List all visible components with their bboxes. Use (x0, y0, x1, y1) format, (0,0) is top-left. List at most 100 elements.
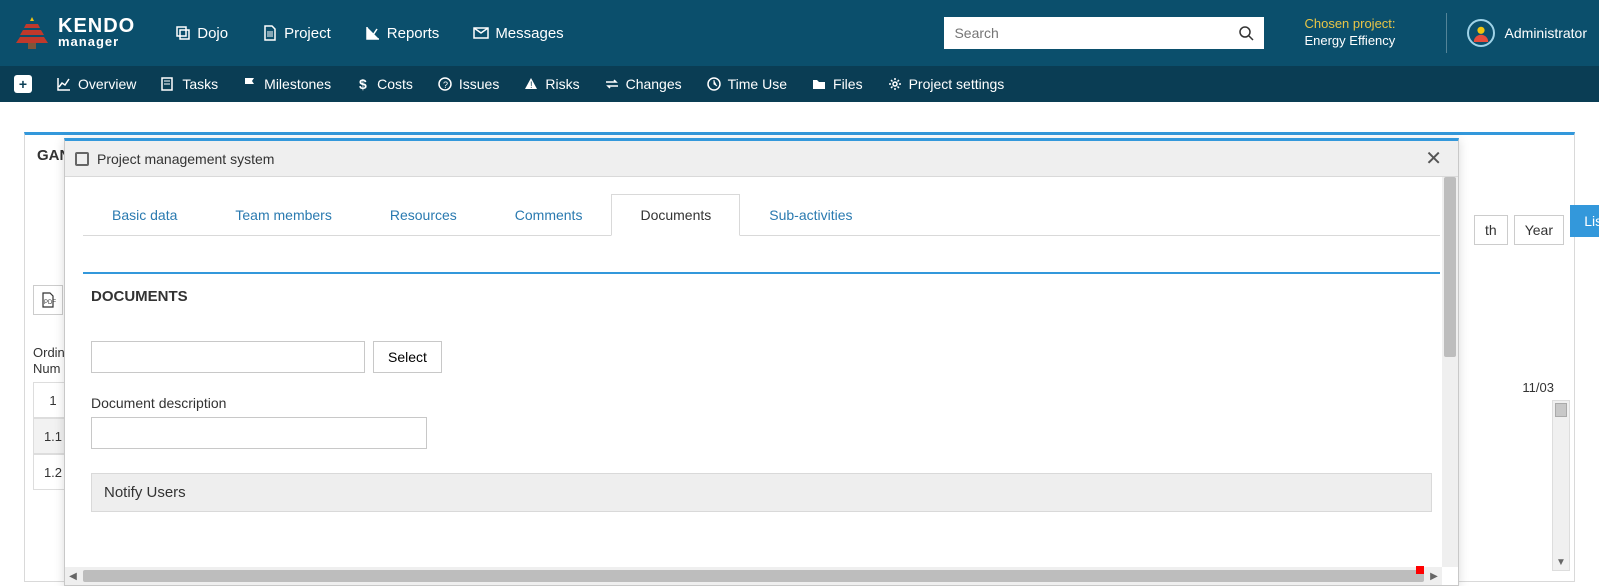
subnav-timeuse-label: Time Use (728, 76, 787, 92)
chosen-project: Chosen project: Energy Effiency (1304, 16, 1395, 50)
chosen-project-label: Chosen project: (1304, 16, 1395, 33)
pdf-icon: PDF (40, 292, 56, 308)
subnav-risks-label: Risks (545, 76, 579, 92)
notify-users-panel[interactable]: Notify Users (91, 473, 1432, 512)
modal-vertical-scrollbar[interactable] (1442, 177, 1458, 567)
svg-text:PDF: PDF (44, 300, 56, 306)
svg-text:!: ! (530, 80, 533, 90)
tab-comments[interactable]: Comments (486, 194, 612, 236)
brand-text: KENDO manager (58, 17, 135, 48)
nav-dojo[interactable]: Dojo (175, 25, 228, 42)
subnav-costs-label: Costs (377, 76, 413, 92)
subnav-changes-label: Changes (626, 76, 682, 92)
main-nav: Dojo Project Reports Messages (175, 25, 563, 42)
subnav-settings-label: Project settings (909, 76, 1005, 92)
modal-titlebar: Project management system ✕ (65, 141, 1458, 177)
modal-tabs: Basic data Team members Resources Commen… (83, 193, 1440, 236)
scroll-left-icon: ◀ (65, 571, 81, 582)
dollar-icon: $ (355, 76, 371, 92)
gear-icon (887, 76, 903, 92)
exchange-icon (604, 76, 620, 92)
subnav-changes[interactable]: Changes (604, 76, 682, 92)
subnav-files[interactable]: Files (811, 76, 863, 92)
subnav-tasks[interactable]: Tasks (160, 76, 218, 92)
tab-resources[interactable]: Resources (361, 194, 486, 236)
scrollbar-thumb[interactable] (1444, 177, 1456, 357)
scrollbar-thumb[interactable] (1555, 403, 1567, 417)
nav-project-label: Project (284, 25, 331, 42)
flag-icon (242, 76, 258, 92)
subnav-timeuse[interactable]: Time Use (706, 76, 787, 92)
zoom-year-button[interactable]: Year (1514, 215, 1564, 245)
tab-basic-data[interactable]: Basic data (83, 194, 206, 236)
subnav-settings[interactable]: Project settings (887, 76, 1005, 92)
modal-title-text: Project management system (97, 151, 274, 167)
folder-icon (811, 76, 827, 92)
file-name-input[interactable] (91, 341, 365, 373)
file-icon (262, 25, 278, 41)
view-controls: th Year (1474, 215, 1564, 245)
chart-icon (56, 76, 72, 92)
scroll-marker (1416, 566, 1424, 574)
envelope-icon (473, 25, 489, 41)
tab-sub-activities[interactable]: Sub-activities (740, 194, 881, 236)
svg-text:?: ? (443, 80, 448, 90)
top-header: KENDO manager Dojo Project Reports Messa… (0, 0, 1599, 66)
description-input[interactable] (91, 417, 427, 449)
window-icon (75, 152, 89, 166)
search-icon (1238, 25, 1254, 41)
subnav-milestones[interactable]: Milestones (242, 76, 331, 92)
chosen-project-value: Energy Effiency (1304, 33, 1395, 50)
nav-messages-label: Messages (495, 25, 563, 42)
timeline-date: 11/03 (1522, 380, 1554, 395)
search-button[interactable] (1228, 17, 1264, 49)
tab-team-members[interactable]: Team members (206, 194, 360, 236)
nav-reports-label: Reports (387, 25, 440, 42)
nav-reports[interactable]: Reports (365, 25, 440, 42)
tab-documents[interactable]: Documents (611, 194, 740, 236)
nav-messages[interactable]: Messages (473, 25, 563, 42)
project-modal: Project management system ✕ Basic data T… (64, 138, 1459, 586)
add-button[interactable]: + (14, 75, 32, 93)
subnav-risks[interactable]: ! Risks (523, 76, 579, 92)
svg-text:$: $ (359, 76, 367, 92)
clock-icon (706, 76, 722, 92)
file-select-button[interactable]: Select (373, 341, 442, 373)
nav-dojo-label: Dojo (197, 25, 228, 42)
help-circle-icon: ? (437, 76, 453, 92)
avatar (1467, 19, 1495, 47)
search-box (944, 17, 1264, 49)
subnav-costs[interactable]: $ Costs (355, 76, 413, 92)
description-label: Document description (91, 395, 1432, 411)
user-menu[interactable]: Administrator (1446, 13, 1587, 53)
scroll-right-icon: ▶ (1426, 571, 1442, 582)
file-upload-row: Select (91, 341, 1432, 373)
sub-nav: + Overview Tasks Milestones $ Costs ? Is… (0, 66, 1599, 102)
subnav-issues-label: Issues (459, 76, 499, 92)
copy-icon (175, 25, 191, 41)
user-avatar-icon (1472, 24, 1490, 42)
export-pdf-button[interactable]: PDF (33, 285, 63, 315)
search-input[interactable] (944, 25, 1228, 41)
documents-section: DOCUMENTS Select Document description No… (83, 272, 1440, 526)
subnav-tasks-label: Tasks (182, 76, 218, 92)
subnav-files-label: Files (833, 76, 863, 92)
brand-logo[interactable]: KENDO manager (12, 13, 135, 53)
zoom-th-button[interactable]: th (1474, 215, 1508, 245)
scrollbar-track[interactable] (83, 570, 1424, 582)
subnav-overview[interactable]: Overview (56, 76, 136, 92)
list-view-button[interactable]: List View (1570, 205, 1599, 237)
subnav-overview-label: Overview (78, 76, 136, 92)
gantt-vertical-scrollbar[interactable]: ▲ ▼ (1552, 400, 1570, 571)
modal-horizontal-scrollbar[interactable]: ◀ ▶ (65, 567, 1442, 585)
tasks-icon (160, 76, 176, 92)
documents-heading: DOCUMENTS (91, 288, 1432, 305)
nav-project[interactable]: Project (262, 25, 331, 42)
subnav-milestones-label: Milestones (264, 76, 331, 92)
warning-icon: ! (523, 76, 539, 92)
scroll-down-icon: ▼ (1553, 554, 1569, 570)
modal-close-button[interactable]: ✕ (1419, 146, 1448, 171)
subnav-issues[interactable]: ? Issues (437, 76, 499, 92)
modal-body: Basic data Team members Resources Commen… (65, 177, 1458, 585)
chart-line-icon (365, 25, 381, 41)
